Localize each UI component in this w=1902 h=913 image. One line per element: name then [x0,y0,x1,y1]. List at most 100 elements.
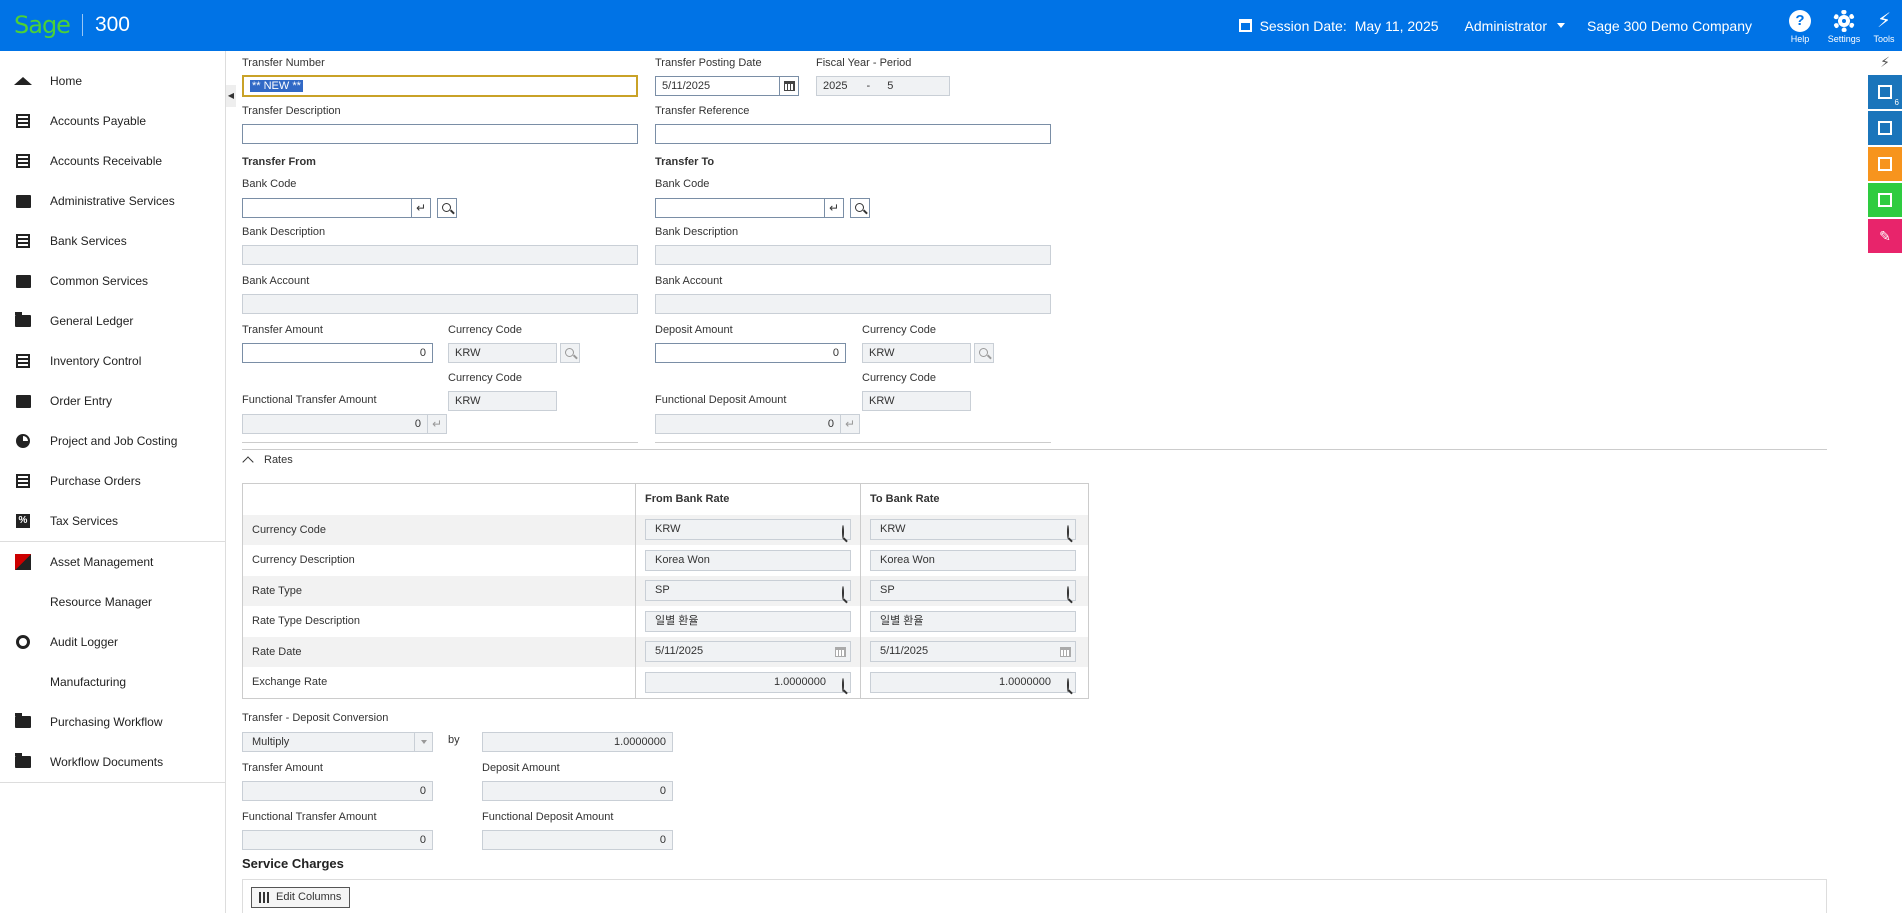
search-icon[interactable] [842,525,844,540]
to-func-currency-field: KRW [862,391,971,411]
sidebar-item-label: Administrative Services [50,194,175,208]
calendar-icon[interactable] [1060,647,1071,658]
sidebar-item-tax-services[interactable]: % Tax Services [0,501,225,541]
row-label: Exchange Rate [243,667,636,698]
rail-windows-button[interactable]: 6 [1868,75,1902,109]
posting-date-input[interactable]: 5/11/2025 [655,76,781,96]
search-icon[interactable] [842,677,844,692]
from-bank-code-enter-button[interactable]: ↵ [411,198,431,218]
transfer-description-input[interactable] [242,124,638,144]
rail-history-button[interactable] [1868,111,1902,145]
posting-date-calendar-button[interactable] [779,76,799,96]
sage-logo[interactable]: Sage 300 [14,11,130,39]
search-icon[interactable] [1067,525,1069,540]
from-rate-type[interactable]: SP [645,580,851,602]
functional-deposit-amount-field: 0 [655,414,841,434]
sidebar-item-resource-manager[interactable]: Resource Manager [0,582,225,622]
transfer-amount-input[interactable]: 0 [242,343,433,363]
session-date-value: May 11, 2025 [1354,17,1439,34]
sidebar-item-administrative-services[interactable]: Administrative Services [0,181,225,221]
sidebar-item-purchasing-workflow[interactable]: Purchasing Workflow [0,702,225,742]
conv-transfer-amount-label: Transfer Amount [242,762,323,774]
from-rate-type-description: 일별 환율 [645,610,851,632]
to-rate-date[interactable]: 5/11/2025 [870,641,1076,663]
sidebar-item-home[interactable]: Home [0,61,225,101]
from-bank-code-input[interactable] [242,198,412,218]
to-bank-code-enter-button[interactable]: ↵ [824,198,844,218]
row-label: Currency Code [243,514,636,545]
sidebar-item-accounts-receivable[interactable]: Accounts Receivable [0,141,225,181]
folder-icon [15,312,31,327]
conversion-operator-select[interactable]: Multiply [242,732,433,752]
chevron-up-icon [242,456,254,468]
to-bank-account-label: Bank Account [655,275,723,287]
rates-collapse-toggle[interactable]: Rates [242,454,293,468]
sidebar-item-bank-services[interactable]: Bank Services [0,221,225,261]
sidebar-item-order-entry[interactable]: Order Entry [0,381,225,421]
briefcase-icon [15,274,31,288]
from-currency-finder-button[interactable] [560,343,580,363]
to-bank-account-field [655,294,1051,314]
sidebar-item-accounts-payable[interactable]: Accounts Payable [0,101,225,141]
calendar-icon[interactable] [835,647,846,658]
sidebar-item-manufacturing[interactable]: Manufacturing [0,662,225,702]
rail-edit-button[interactable]: ✎ [1868,219,1902,253]
sidebar-item-label: Resource Manager [50,595,153,609]
user-menu[interactable]: Administrator [1465,18,1565,34]
from-exchange-rate[interactable]: 1.0000000 [645,671,851,693]
tools-button[interactable]: ⚡ Tools [1866,8,1902,44]
search-icon [854,202,864,212]
to-rate-type[interactable]: SP [870,580,1076,602]
sidebar-item-purchase-orders[interactable]: Purchase Orders [0,461,225,501]
search-icon[interactable] [1067,677,1069,692]
sidebar-item-workflow-documents[interactable]: Workflow Documents [0,742,225,782]
sidebar-item-common-services[interactable]: Common Services [0,261,225,301]
table-row: Rate Type Description 일별 환율 일별 환율 [243,606,1088,637]
transfer-number-input[interactable]: ** NEW ** [242,75,638,97]
from-bank-description-label: Bank Description [242,226,326,238]
help-button[interactable]: ? Help [1778,8,1822,44]
sidebar-item-project-job-costing[interactable]: Project and Job Costing [0,421,225,461]
from-bank-code-label: Bank Code [242,178,297,190]
rail-document-button[interactable] [1868,183,1902,217]
rates-col-to: To Bank Rate [870,493,940,506]
functional-deposit-enter-button[interactable]: ↵ [840,414,860,434]
from-bank-code-finder-button[interactable] [437,198,457,218]
logo-product: 300 [94,13,130,36]
to-func-currency-label: Currency Code [862,372,936,384]
conv-deposit-amount-field: 0 [482,781,673,801]
sidebar-item-audit-logger[interactable]: Audit Logger [0,622,225,662]
to-exchange-rate[interactable]: 1.0000000 [870,671,1076,693]
functional-transfer-enter-button[interactable]: ↵ [427,414,447,434]
row-label: Rate Type [243,575,636,606]
to-currency-finder-button[interactable] [974,343,994,363]
sidebar-item-general-ledger[interactable]: General Ledger [0,301,225,341]
sidebar-item-inventory-control[interactable]: Inventory Control [0,341,225,381]
from-bank-account-field [242,294,638,314]
settings-button[interactable]: Settings [1822,8,1866,44]
deposit-amount-input[interactable]: 0 [655,343,846,363]
to-bank-description-label: Bank Description [655,226,739,238]
to-rate-currency-code[interactable]: KRW [870,519,1076,541]
session-date[interactable]: Session Date: May 11, 2025 [1238,17,1439,34]
rail-lightning-button[interactable]: ⚡ [1868,51,1902,73]
to-bank-code-input[interactable] [655,198,825,218]
purchase-orders-icon [16,474,30,488]
rail-report-button[interactable] [1868,147,1902,181]
transfer-reference-input[interactable] [655,124,1051,144]
to-currency-code-label: Currency Code [862,324,936,336]
to-bank-code-finder-button[interactable] [850,198,870,218]
sidebar-item-asset-management[interactable]: Asset Management [0,542,225,582]
settings-label: Settings [1827,33,1861,44]
gear-icon [16,635,30,649]
edit-columns-button[interactable]: Edit Columns [251,887,351,908]
search-icon[interactable] [842,586,844,601]
from-rate-date[interactable]: 5/11/2025 [645,641,851,663]
company-name[interactable]: Sage 300 Demo Company [1587,18,1752,34]
fiscal-period: 5 [887,80,894,92]
asset-management-icon [15,554,31,570]
from-rate-currency-code[interactable]: KRW [645,519,851,541]
search-icon[interactable] [1067,586,1069,601]
sidebar-collapse-toggle[interactable]: ◀ [226,85,236,107]
report-icon [1878,157,1892,171]
